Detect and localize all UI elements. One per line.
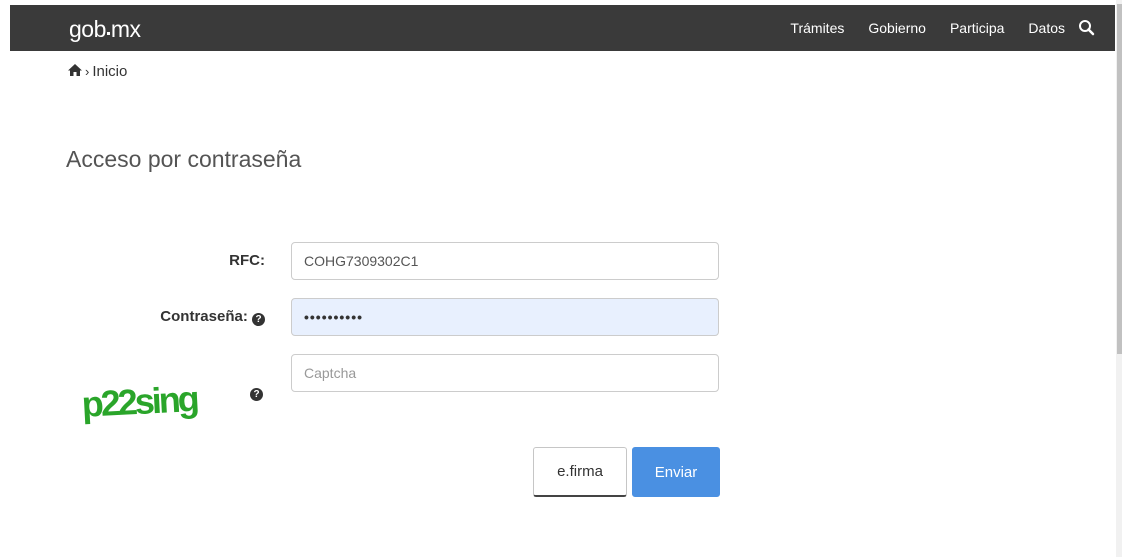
- password-help-icon[interactable]: ?: [252, 313, 265, 326]
- rfc-label: RFC:: [190, 252, 265, 269]
- brand-logo[interactable]: gob mx: [69, 16, 141, 43]
- search-icon[interactable]: [1077, 18, 1097, 38]
- password-input[interactable]: [291, 298, 719, 336]
- nav-item-gobierno[interactable]: Gobierno: [868, 20, 926, 36]
- rfc-label-text: RFC:: [229, 252, 265, 269]
- efirma-button[interactable]: e.firma: [533, 447, 627, 497]
- rfc-input[interactable]: [291, 242, 719, 280]
- scrollbar-thumb[interactable]: [1117, 4, 1122, 354]
- home-icon[interactable]: [68, 63, 82, 80]
- breadcrumb-separator: ›: [85, 64, 90, 79]
- brand-dot: [106, 32, 110, 35]
- nav-item-datos[interactable]: Datos: [1028, 20, 1065, 36]
- brand-suffix: mx: [110, 16, 141, 42]
- submit-button[interactable]: Enviar: [632, 447, 720, 497]
- breadcrumb-current[interactable]: Inicio: [92, 63, 127, 80]
- breadcrumb: › Inicio: [68, 63, 127, 80]
- nav-links: Trámites Gobierno Participa Datos: [766, 5, 1065, 51]
- nav-item-participa[interactable]: Participa: [950, 20, 1004, 36]
- captcha-help-icon[interactable]: ?: [250, 388, 263, 401]
- captcha-image: p22sing: [81, 378, 199, 425]
- password-label-text: Contraseña:: [160, 308, 248, 325]
- nav-item-tramites[interactable]: Trámites: [790, 20, 844, 36]
- navbar: gob mx Trámites Gobierno Participa Datos: [10, 5, 1115, 51]
- page: gob mx Trámites Gobierno Participa Datos …: [0, 0, 1122, 557]
- captcha-image-text: p22sing: [81, 378, 199, 425]
- captcha-input[interactable]: [291, 354, 719, 392]
- password-label: Contraseña: ?: [140, 308, 265, 326]
- brand-name: gob: [69, 16, 106, 42]
- page-title: Acceso por contraseña: [66, 146, 302, 172]
